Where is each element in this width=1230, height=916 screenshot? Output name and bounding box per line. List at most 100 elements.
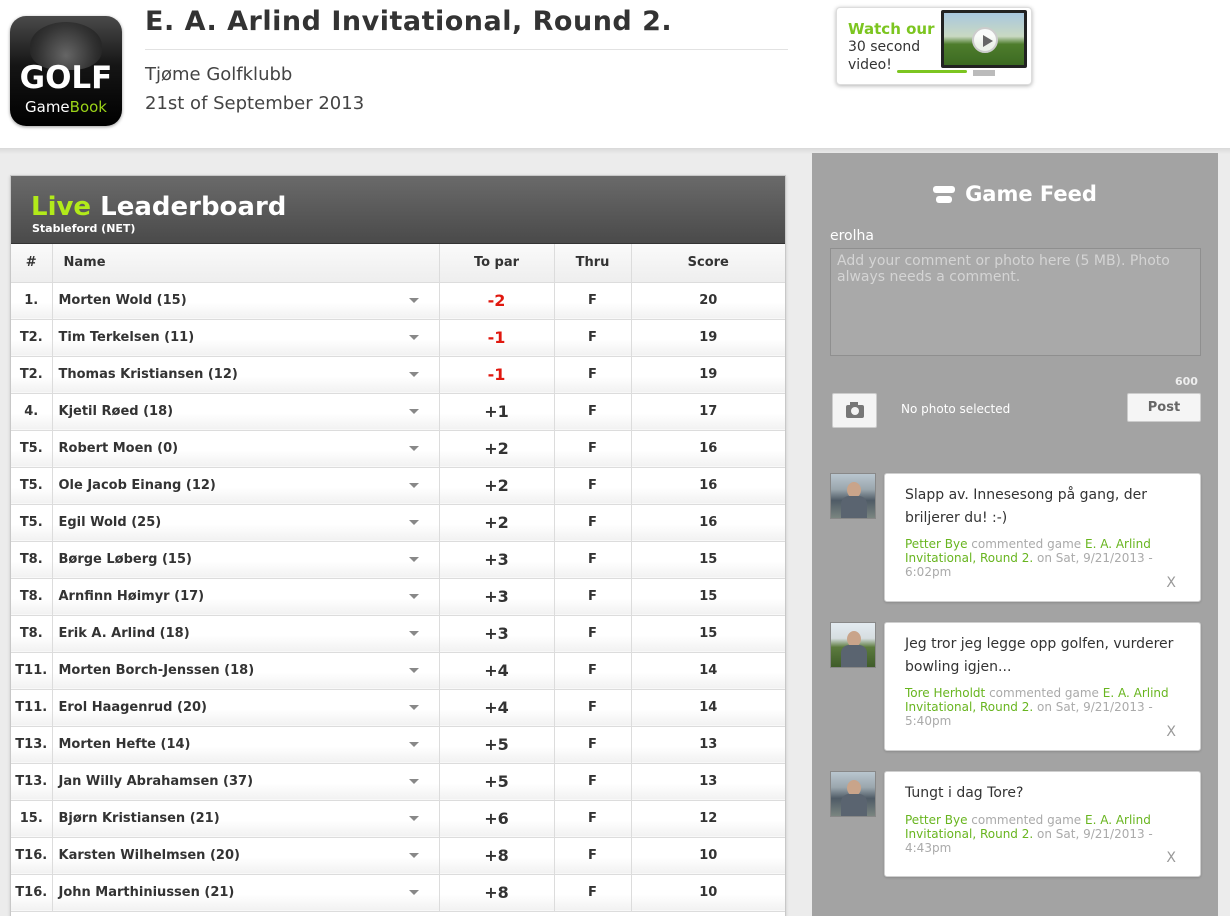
post-button[interactable]: Post: [1127, 393, 1201, 422]
player-name-text: Karsten Wilhelmsen (20): [58, 848, 240, 863]
expand-caret-icon[interactable]: [408, 778, 419, 784]
game-feed-title: Game Feed: [812, 182, 1218, 206]
comment-verb: commented game: [989, 686, 1099, 700]
row-to-par: -1: [439, 356, 555, 394]
monitor-icon: [941, 10, 1027, 68]
row-score: 15: [631, 578, 785, 616]
expand-caret-icon[interactable]: [408, 630, 419, 636]
row-rank: T16.: [11, 837, 53, 875]
leaderboard-row: T8. Erik A. Arlind (18) +3 F 15: [11, 615, 785, 653]
logo-golf-text: GOLF: [19, 60, 113, 96]
row-thru: F: [554, 430, 632, 468]
row-score: 15: [631, 615, 785, 653]
comment-text: Slapp av. Innesesong på gang, der brilje…: [905, 487, 1148, 526]
row-thru: F: [554, 726, 632, 764]
watch-video-banner[interactable]: Watch our 30 second video!: [836, 7, 1032, 85]
delete-comment-button[interactable]: X: [1166, 575, 1176, 591]
expand-caret-icon[interactable]: [408, 704, 419, 710]
expand-caret-icon[interactable]: [408, 556, 419, 562]
avatar[interactable]: [830, 622, 876, 668]
leaderboard-row: T5. Ole Jacob Einang (12) +2 F 16: [11, 467, 785, 505]
row-to-par: +5: [439, 763, 555, 801]
event-club: Tjøme Golfklubb: [145, 64, 293, 85]
expand-caret-icon[interactable]: [408, 593, 419, 599]
golfgamebook-logo[interactable]: GOLF GameBook: [10, 16, 122, 126]
expand-caret-icon[interactable]: [408, 852, 419, 858]
player-name-text: Jan Willy Abrahamsen (37): [58, 774, 254, 789]
comment-verb: commented game: [971, 537, 1082, 551]
col-score: Score: [631, 244, 785, 283]
leaderboard-body: 1. Morten Wold (15) -2 F 20 T2. Tim Terkelsen …: [11, 282, 785, 912]
camera-icon: [846, 402, 864, 418]
feed-card: Jeg tror jeg legge opp golfen, vurderer …: [884, 622, 1201, 751]
leaderboard-header-row: # Name To par Thru Score: [11, 244, 785, 283]
expand-caret-icon[interactable]: [408, 334, 419, 340]
leaderboard-row: T13. Jan Willy Abrahamsen (37) +5 F 13: [11, 763, 785, 801]
add-photo-button[interactable]: [832, 393, 877, 428]
player-name-text: Ole Jacob Einang (12): [58, 478, 216, 493]
page-header: GOLF GameBook E. A. Arlind Invitational,…: [0, 0, 1230, 150]
row-rank: 1.: [11, 282, 53, 320]
author-link[interactable]: Petter Bye: [905, 537, 967, 551]
photo-status: No photo selected: [901, 402, 1011, 416]
live-leaderboard: Live Leaderboard Stableford (NET) # Name…: [10, 175, 786, 916]
row-rank: T2.: [11, 356, 53, 394]
row-score: 16: [631, 504, 785, 542]
row-player-name: Morten Borch-Jenssen (18): [52, 652, 440, 690]
expand-caret-icon[interactable]: [408, 371, 419, 377]
row-player-name: Morten Hefte (14): [52, 726, 440, 764]
col-rank: #: [11, 244, 53, 283]
row-score: 19: [631, 356, 785, 394]
row-player-name: Erik A. Arlind (18): [52, 615, 440, 653]
row-player-name: Arnfinn Høimyr (17): [52, 578, 440, 616]
row-score: 14: [631, 689, 785, 727]
avatar[interactable]: [830, 771, 876, 817]
row-score: 10: [631, 837, 785, 875]
row-rank: T13.: [11, 763, 53, 801]
leaderboard-row: T13. Morten Hefte (14) +5 F 13: [11, 726, 785, 764]
expand-caret-icon[interactable]: [408, 482, 419, 488]
row-rank: T8.: [11, 615, 53, 653]
row-to-par: +8: [439, 837, 555, 875]
row-to-par: +2: [439, 430, 555, 468]
expand-caret-icon[interactable]: [408, 445, 419, 451]
comment-input[interactable]: [830, 248, 1201, 356]
video-promo-line3: video!: [848, 57, 892, 73]
row-thru: F: [554, 874, 632, 912]
col-thru: Thru: [554, 244, 632, 283]
author-link[interactable]: Petter Bye: [905, 813, 967, 827]
expand-caret-icon[interactable]: [408, 667, 419, 673]
expand-caret-icon[interactable]: [408, 889, 419, 895]
expand-caret-icon[interactable]: [408, 519, 419, 525]
leaderboard-header: Live Leaderboard Stableford (NET): [11, 176, 785, 244]
author-link[interactable]: Tore Herholdt: [905, 686, 985, 700]
row-thru: F: [554, 837, 632, 875]
expand-caret-icon[interactable]: [408, 297, 419, 303]
feed-card: Tungt i dag Tore? Petter Bye commented ga…: [884, 771, 1201, 877]
row-score: 15: [631, 541, 785, 579]
avatar[interactable]: [830, 473, 876, 519]
row-rank: T5.: [11, 467, 53, 505]
leaderboard-title: Live Leaderboard: [31, 192, 287, 222]
delete-comment-button[interactable]: X: [1166, 850, 1176, 866]
expand-caret-icon[interactable]: [408, 408, 419, 414]
row-thru: F: [554, 393, 632, 431]
row-player-name: Bjørn Kristiansen (21): [52, 800, 440, 838]
row-to-par: +5: [439, 726, 555, 764]
row-to-par: +3: [439, 615, 555, 653]
row-player-name: Børge Løberg (15): [52, 541, 440, 579]
row-thru: F: [554, 652, 632, 690]
chat-icon: [933, 186, 956, 204]
expand-caret-icon[interactable]: [408, 815, 419, 821]
feed-card: Slapp av. Innesesong på gang, der brilje…: [884, 473, 1201, 602]
delete-comment-button[interactable]: X: [1166, 724, 1176, 740]
expand-caret-icon[interactable]: [408, 741, 419, 747]
col-to-par: To par: [439, 244, 555, 283]
row-thru: F: [554, 689, 632, 727]
row-rank: T8.: [11, 541, 53, 579]
row-player-name: Kjetil Røed (18): [52, 393, 440, 431]
event-date: 21st of September 2013: [145, 93, 365, 114]
row-player-name: Karsten Wilhelmsen (20): [52, 837, 440, 875]
play-icon: [972, 27, 998, 53]
leaderboard-row: T2. Thomas Kristiansen (12) -1 F 19: [11, 356, 785, 394]
